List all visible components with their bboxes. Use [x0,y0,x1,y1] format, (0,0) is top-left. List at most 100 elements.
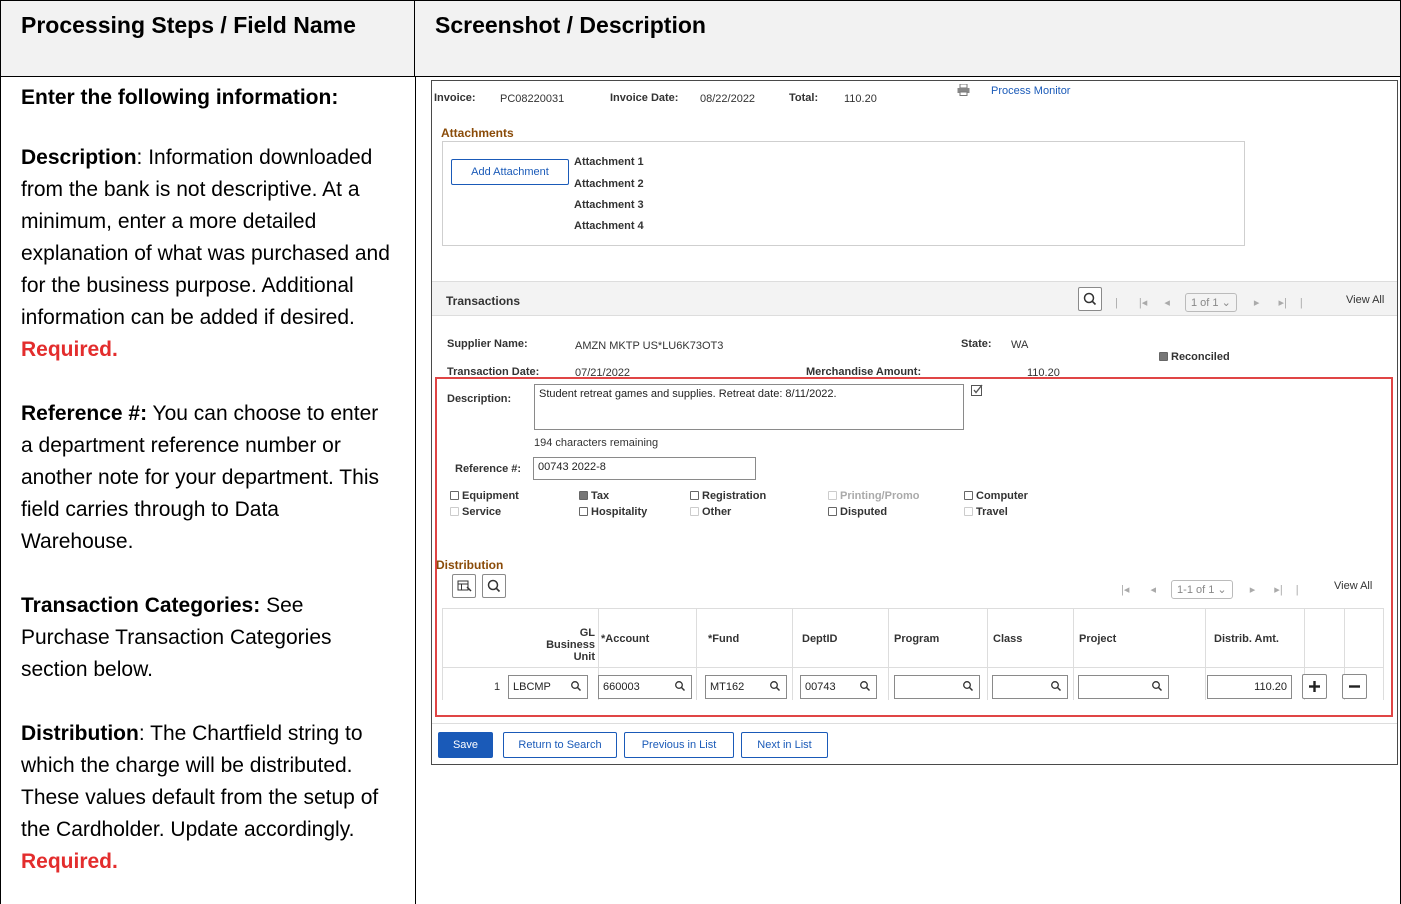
project-input[interactable] [1078,675,1169,699]
transactions-search-button[interactable] [1078,287,1102,311]
category-travel: Travel [964,506,1008,518]
fund-value: MT162 [710,681,745,693]
previous-in-list-button[interactable]: Previous in List [624,732,734,758]
checkbox-icon [690,490,699,500]
category-service: Service [450,506,501,518]
gl-business-unit-input[interactable]: LBCMP [508,675,588,699]
category-disputed[interactable]: Disputed [828,506,887,518]
next-page-icon[interactable]: ▸ [1254,297,1260,309]
separator: | [1299,297,1303,309]
supplier-name-label: Supplier Name: [447,338,528,350]
add-attachment-button[interactable]: Add Attachment [451,159,569,185]
category-equipment[interactable]: Equipment [450,490,519,502]
return-to-search-button[interactable]: Return to Search [503,732,617,758]
checkbox-icon [690,506,699,516]
reconciled-label: Reconciled [1171,351,1230,363]
category-label: Computer [976,490,1028,502]
category-label: Disputed [840,506,888,518]
gl-business-unit-value: LBCMP [513,681,551,693]
attachment-item[interactable]: Attachment 1 [574,156,644,168]
search-icon[interactable] [1050,680,1062,692]
total-label: Total: [789,92,819,104]
distrib-amount-input[interactable]: 110.20 [1207,675,1292,699]
category-label: Service [462,506,502,518]
save-button[interactable]: Save [438,732,493,758]
search-icon[interactable] [962,680,974,692]
reference-input[interactable]: 00743 2022-8 [533,457,756,480]
category-hospitality[interactable]: Hospitality [579,506,647,518]
add-row-button[interactable] [1302,674,1327,699]
separator: | [1115,297,1118,309]
previous-page-icon[interactable]: ◂ [1150,584,1156,596]
transactions-page-select[interactable]: 1 of 1 ⌄ [1184,293,1237,312]
column-header-deptid: DeptID [802,633,838,645]
category-label: Printing/Promo [840,490,920,502]
column-header-program: Program [894,633,940,645]
spellcheck-icon[interactable] [971,384,984,399]
distribution-page-select[interactable]: 1-1 of 1 ⌄ [1171,580,1233,599]
search-icon[interactable] [859,680,871,692]
attachments-title: Attachments [441,126,514,140]
distribution-search-button[interactable] [482,574,506,598]
next-in-list-button[interactable]: Next in List [741,732,828,758]
search-icon[interactable] [570,680,582,692]
column-divider [415,77,416,904]
description-instructions: Description: Information downloaded from… [21,142,395,366]
account-input[interactable]: 660003 [598,675,692,699]
invoice-date-value: 08/22/2022 [700,93,756,105]
category-registration[interactable]: Registration [690,490,766,502]
class-input[interactable] [992,675,1068,699]
search-icon [1083,292,1097,306]
category-tax[interactable]: Tax [579,490,609,502]
checkbox-icon [828,490,837,500]
category-label: Other [702,506,732,518]
personalize-grid-button[interactable] [452,574,476,598]
search-icon[interactable] [769,680,781,692]
chevron-down-icon: ⌄ [1217,584,1227,596]
description-textarea[interactable]: Student retreat games and supplies. Retr… [534,384,964,430]
attachment-item[interactable]: Attachment 2 [574,178,644,190]
first-page-icon[interactable]: |◂ [1139,297,1147,309]
required-label: Required. [21,338,118,361]
printer-icon[interactable] [957,83,970,99]
search-icon[interactable] [1151,680,1163,692]
distribution-view-all-link[interactable]: View All [1334,580,1372,592]
previous-page-icon[interactable]: ◂ [1164,297,1170,309]
checkbox-icon [579,506,588,516]
process-monitor-link[interactable]: Process Monitor [991,85,1070,97]
invoice-date-label: Invoice Date: [610,92,679,104]
characters-remaining: 194 characters remaining [534,437,659,449]
fund-input[interactable]: MT162 [705,675,787,699]
description-explanation: : Information downloaded from the bank i… [21,146,390,329]
last-page-icon[interactable]: ▸| [1278,297,1286,309]
program-input[interactable] [894,675,980,699]
delete-row-button[interactable] [1342,674,1367,699]
required-label-2: Required. [21,850,118,873]
row-number: 1 [494,681,501,693]
steps-header-text: Processing Steps / Field Name [21,12,356,38]
category-computer[interactable]: Computer [964,490,1028,502]
first-page-icon[interactable]: |◂ [1121,584,1129,596]
checkbox-icon [964,506,973,516]
column-header-steps: Processing Steps / Field Name [1,1,415,77]
reference-instructions: Reference #: You can choose to enter a d… [21,398,395,558]
deptid-input[interactable]: 00743 [800,675,877,699]
checkbox-checked-icon [579,490,588,500]
search-icon[interactable] [674,680,686,692]
search-icon [487,579,501,593]
column-header-project: Project [1079,633,1117,645]
intro-label: Enter the following information: [21,86,339,109]
categories-instructions: Transaction Categories: See Purchase Tra… [21,590,395,686]
attachment-item[interactable]: Attachment 3 [574,199,644,211]
category-printing-promo: Printing/Promo [828,490,919,502]
last-page-icon[interactable]: ▸| [1274,584,1282,596]
transactions-view-all-link[interactable]: View All [1346,294,1384,306]
next-page-icon[interactable]: ▸ [1250,584,1256,596]
category-label: Tax [591,490,610,502]
intro-text: Enter the following information: [21,82,395,114]
column-header-gl-business-unit: GL Business Unit [546,627,595,663]
reconciled-checkbox[interactable]: Reconciled [1159,351,1230,363]
grid-settings-icon [457,580,472,592]
reference-label: Reference #: [455,463,522,475]
attachment-item[interactable]: Attachment 4 [574,220,644,232]
